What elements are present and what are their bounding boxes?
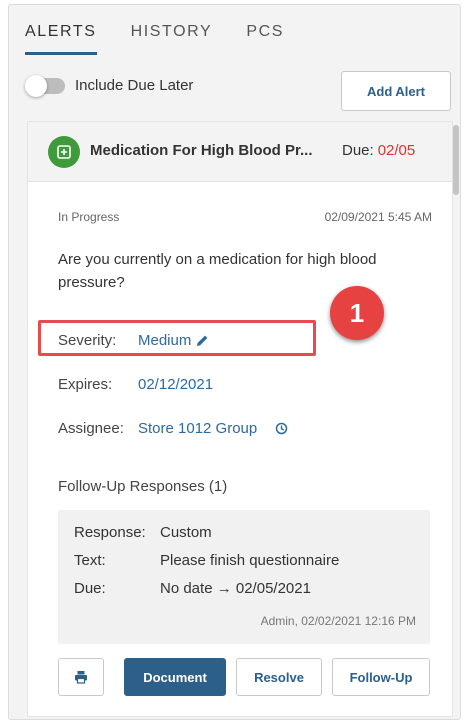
alert-status: In Progress — [58, 210, 120, 224]
due-date: 02/05 — [377, 142, 416, 159]
alert-card-header[interactable]: Medication For High Blood Pr... Due: 02/0… — [28, 122, 452, 182]
scrollbar-thumb[interactable] — [453, 125, 459, 195]
document-button[interactable]: Document — [124, 658, 226, 696]
alerts-panel: ALERTS HISTORY PCS Include Due Later Add… — [8, 4, 461, 720]
printer-icon — [74, 670, 88, 684]
tab-bar: ALERTS HISTORY PCS — [25, 17, 318, 57]
severity-highlight-box — [38, 320, 316, 356]
add-alert-button[interactable]: Add Alert — [341, 71, 451, 111]
assignee-link[interactable]: Store 1012 Group — [138, 420, 288, 437]
medication-icon — [48, 136, 80, 168]
include-due-later-label: Include Due Later — [75, 77, 194, 94]
expires-value[interactable]: 02/12/2021 — [138, 376, 213, 393]
include-due-later-toggle[interactable] — [25, 74, 65, 97]
response-label: Response: — [74, 524, 146, 541]
alert-timestamp: 02/09/2021 5:45 AM — [324, 210, 432, 224]
resolve-button[interactable]: Resolve — [236, 658, 322, 696]
due-label: Due: — [342, 142, 374, 159]
alert-card: Medication For High Blood Pr... Due: 02/0… — [27, 121, 453, 717]
response-value: Custom — [160, 524, 212, 541]
alert-due: Due: 02/05 — [342, 142, 415, 159]
text-value: Please finish questionnaire — [160, 552, 340, 569]
alert-question: Are you currently on a medication for hi… — [58, 251, 377, 291]
tab-alerts[interactable]: ALERTS — [25, 17, 97, 55]
toggle-knob — [25, 74, 47, 97]
followup-title: Follow-Up Responses (1) — [58, 478, 228, 495]
followup-due-label: Due: — [74, 580, 106, 597]
text-label: Text: — [74, 552, 106, 569]
tab-pcs[interactable]: PCS — [246, 17, 284, 53]
print-button[interactable] — [58, 658, 104, 696]
assignee-value: Store 1012 Group — [138, 420, 258, 437]
assignee-label: Assignee: — [58, 420, 124, 437]
tab-history[interactable]: HISTORY — [131, 17, 213, 53]
followup-due-value: No date → 02/05/2021 — [160, 580, 311, 597]
expires-label: Expires: — [58, 376, 113, 393]
follow-up-button[interactable]: Follow-Up — [332, 658, 430, 696]
include-due-later-row: Include Due Later — [25, 74, 194, 97]
followup-response-box: Response: Custom Text: Please finish que… — [58, 510, 430, 644]
followup-meta: Admin, 02/02/2021 12:16 PM — [260, 614, 416, 628]
alert-title: Medication For High Blood Pr... — [90, 142, 313, 159]
callout-marker: 1 — [330, 286, 384, 340]
history-icon[interactable] — [275, 422, 288, 435]
